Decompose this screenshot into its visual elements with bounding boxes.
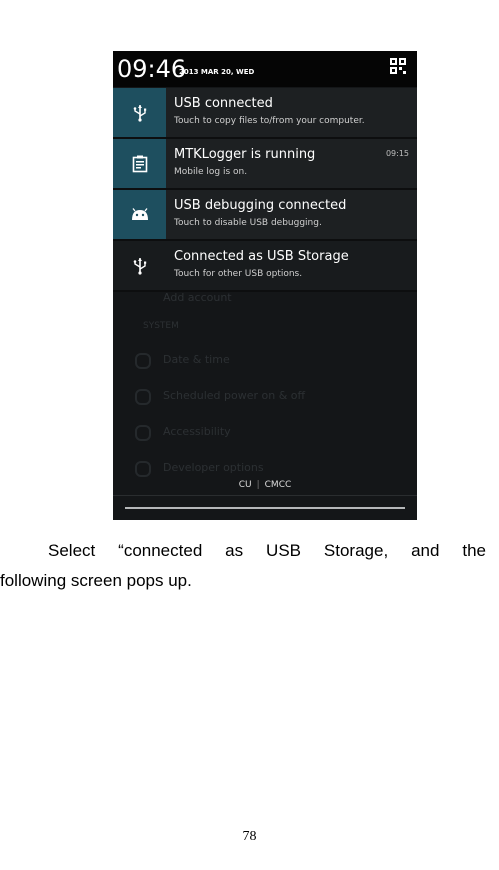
settings-item-label: Date & time bbox=[163, 353, 230, 366]
status-date: 2013 MAR 20, WED bbox=[179, 68, 255, 76]
notification-usb-connected[interactable]: USB connected Touch to copy files to/fro… bbox=[113, 88, 417, 139]
notification-shade-handle-area[interactable] bbox=[113, 495, 417, 520]
settings-item-label: Developer options bbox=[163, 461, 264, 474]
notification-subtitle: Touch for other USB options. bbox=[174, 269, 303, 279]
settings-section-label: SYSTEM bbox=[143, 321, 179, 331]
notification-subtitle: Touch to copy files to/from your compute… bbox=[174, 116, 365, 126]
usb-icon bbox=[113, 88, 166, 137]
notification-subtitle: Mobile log is on. bbox=[174, 167, 248, 177]
status-time: 09:46 bbox=[117, 55, 187, 83]
caption-line-1: Select “connected as USB Storage, and th… bbox=[48, 541, 486, 560]
notification-title: Connected as USB Storage bbox=[174, 249, 349, 264]
settings-item-accessibility: Accessibility bbox=[113, 423, 417, 443]
carrier-cmcc: CMCC bbox=[264, 480, 292, 490]
android-debug-icon bbox=[113, 190, 166, 239]
settings-item-label: Accessibility bbox=[163, 425, 231, 438]
notification-usb-debugging[interactable]: USB debugging connected Touch to disable… bbox=[113, 190, 417, 241]
carrier-separator: | bbox=[256, 480, 260, 490]
settings-item-date-time: Date & time bbox=[113, 351, 417, 371]
logger-icon bbox=[113, 139, 166, 188]
notification-mtklogger[interactable]: MTKLogger is running Mobile log is on. 0… bbox=[113, 139, 417, 190]
clock-icon bbox=[135, 353, 151, 369]
settings-item-label: Add account bbox=[163, 291, 232, 304]
notification-time: 09:15 bbox=[385, 149, 409, 158]
notification-subtitle: Touch to disable USB debugging. bbox=[174, 218, 322, 228]
settings-section-header: SYSTEM bbox=[113, 319, 417, 339]
settings-item-developer-options: Developer options bbox=[113, 459, 417, 479]
page-number: 78 bbox=[242, 829, 257, 844]
usb-icon bbox=[113, 241, 166, 290]
notification-title: MTKLogger is running bbox=[174, 147, 316, 162]
power-icon bbox=[135, 389, 151, 405]
background-settings-list: Add account SYSTEM Date & time Scheduled… bbox=[113, 287, 417, 487]
shade-handle[interactable] bbox=[125, 507, 405, 509]
status-bar: 09:46 2013 MAR 20, WED bbox=[113, 51, 417, 87]
settings-item-scheduled-power: Scheduled power on & off bbox=[113, 387, 417, 407]
settings-item-add-account: Add account bbox=[113, 289, 417, 309]
notification-title: USB connected bbox=[174, 96, 273, 111]
caption-line-2: following screen pops up. bbox=[0, 571, 192, 590]
carrier-label: CU | CMCC bbox=[113, 480, 417, 490]
caption-paragraph: Select “connected as USB Storage, and th… bbox=[0, 536, 486, 596]
phone-screenshot: 09:46 2013 MAR 20, WED USB connected Tou… bbox=[113, 51, 417, 520]
notification-title: USB debugging connected bbox=[174, 198, 347, 213]
quick-settings-icon[interactable] bbox=[389, 57, 407, 75]
notification-usb-storage[interactable]: Connected as USB Storage Touch for other… bbox=[113, 241, 417, 292]
braces-icon bbox=[135, 461, 151, 477]
settings-item-label: Scheduled power on & off bbox=[163, 389, 306, 402]
accessibility-icon bbox=[135, 425, 151, 441]
carrier-cu: CU bbox=[238, 480, 252, 490]
